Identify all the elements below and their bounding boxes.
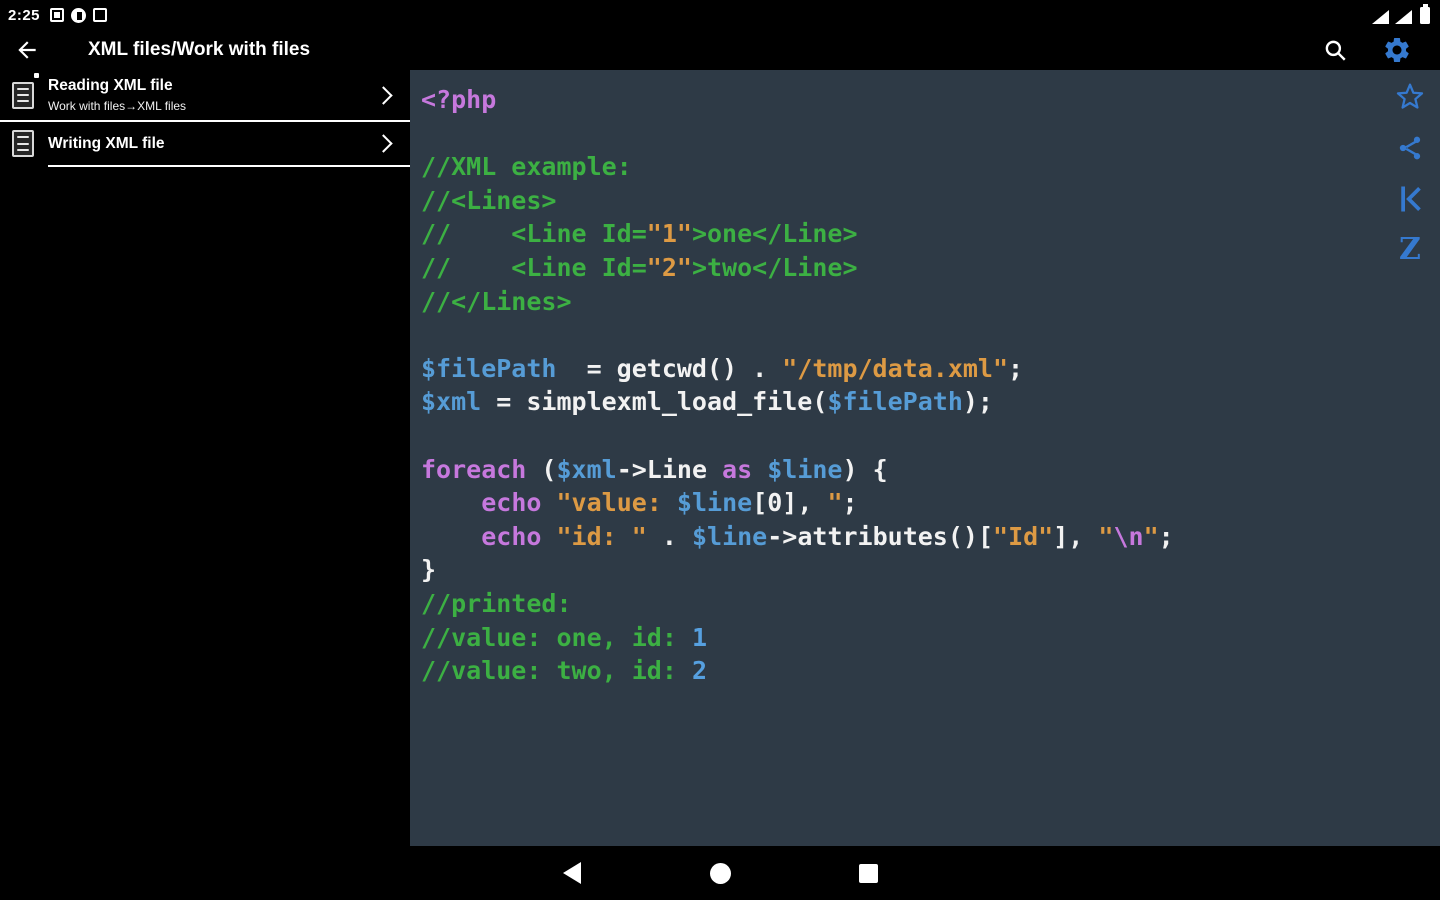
sidebar: Reading XML file Work with files→XML fil…: [0, 70, 410, 846]
code-line: $filePath = getcwd() . "/tmp/data.xml";: [421, 353, 1024, 383]
nav-recents-button[interactable]: [856, 861, 880, 885]
content-area: <?php //XML example://<Lines> // <Line Id…: [410, 70, 1440, 846]
document-icon: [12, 81, 34, 109]
favorite-button[interactable]: [1392, 80, 1428, 114]
nav-home-icon: [709, 862, 731, 884]
code-line: //<Lines>: [421, 185, 557, 215]
code-editor[interactable]: <?php //XML example://<Lines> // <Line Id…: [410, 70, 1440, 688]
settings-gear-icon: [1385, 38, 1409, 62]
back-button[interactable]: [14, 34, 54, 66]
status-bar: 2:25: [0, 0, 1440, 30]
skip-to-start-icon: [1401, 186, 1421, 212]
code-line: $xml = simplexml_load_file($filePath);: [421, 387, 993, 417]
document-icon: [12, 130, 34, 157]
new-indicator-dot: [34, 73, 39, 78]
page-title: XML files/Work with files: [88, 39, 311, 60]
list-divider: [48, 165, 410, 167]
code-line: }: [421, 555, 437, 585]
notification-square-icon: [50, 8, 65, 22]
nav-recents-icon: [858, 863, 878, 883]
skip-to-start-button[interactable]: [1392, 182, 1428, 216]
cell-signal-icon: [1395, 9, 1412, 24]
nav-back-button[interactable]: [560, 861, 584, 885]
battery-icon: [1420, 3, 1430, 24]
main-area: Reading XML file Work with files→XML fil…: [0, 70, 1440, 846]
search-icon: [1325, 40, 1346, 61]
code-line: <?php: [421, 85, 497, 114]
share-icon: [1399, 136, 1421, 160]
code-line: foreach ($xml->Line as $line) {: [421, 454, 888, 484]
wifi-icon: [1372, 9, 1389, 24]
zen-mode-button[interactable]: Z: [1392, 233, 1428, 267]
code-line: //</Lines>: [421, 286, 572, 316]
status-time: 2:25: [8, 6, 41, 24]
search-button[interactable]: [1322, 37, 1348, 63]
sidebar-item-breadcrumb: Work with files→XML files: [48, 99, 187, 113]
code-line: echo "id: " . $line->attributes()["Id"],…: [481, 521, 1174, 551]
code-line: echo "value: $line[0], ";: [481, 488, 858, 518]
back-arrow-icon: [18, 41, 36, 59]
share-button[interactable]: [1392, 131, 1428, 165]
code-line: //printed:: [421, 588, 572, 618]
nav-back-icon: [563, 862, 581, 884]
code-line: //value: one, id: 1: [421, 622, 707, 652]
sidebar-item-title: Reading XML file: [48, 77, 173, 94]
app-bar: XML files/Work with files: [0, 30, 1440, 70]
settings-button[interactable]: [1382, 35, 1412, 65]
nav-home-button[interactable]: [708, 861, 732, 885]
code-line: //XML example:: [421, 152, 632, 182]
favorite-star-icon: [1396, 83, 1424, 109]
right-toolbar: Z: [1392, 80, 1428, 267]
code-line: // <Line Id="1">one</Line>: [421, 219, 858, 249]
chevron-right-icon: [374, 85, 393, 105]
notification-box-icon: [93, 8, 108, 22]
notification-circle-icon: [71, 7, 87, 23]
sidebar-item-writing-xml-file[interactable]: Writing XML file: [0, 122, 410, 165]
sidebar-item-reading-xml-file[interactable]: Reading XML file Work with files→XML fil…: [0, 70, 410, 122]
letter-z-icon: Z: [1399, 232, 1421, 267]
chevron-right-icon: [374, 134, 393, 153]
sidebar-item-title: Writing XML file: [48, 134, 165, 152]
android-navigation-bar: [0, 846, 1440, 900]
code-line: // <Line Id="2">two</Line>: [421, 252, 858, 282]
code-line: //value: two, id: 2: [421, 656, 707, 686]
